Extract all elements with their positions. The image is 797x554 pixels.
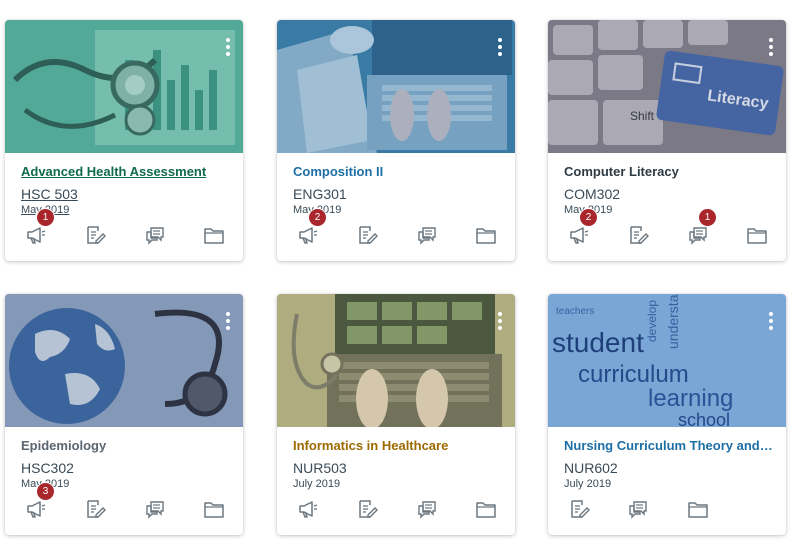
course-title[interactable]: Epidemiology (21, 438, 231, 454)
course-term: July 2019 (293, 478, 341, 490)
course-card-actions: 2 (277, 209, 515, 250)
unread-badge: 2 (580, 209, 597, 226)
unread-badge: 2 (309, 209, 326, 226)
megaphone-icon (299, 227, 318, 244)
word-cloud-text: student (552, 327, 644, 358)
course-card-image[interactable]: student curriculum learning school under… (548, 294, 786, 427)
files-link[interactable] (203, 224, 227, 248)
course-card-nursing-curriculum-theory[interactable]: student curriculum learning school under… (548, 294, 786, 535)
course-title[interactable]: Composition II (293, 164, 503, 180)
discussion-icon (146, 227, 164, 245)
discussion-icon (629, 501, 647, 519)
discussion-icon (146, 501, 164, 519)
folder-icon (476, 502, 496, 518)
course-code: COM302 (564, 186, 621, 202)
course-card-informatics-in-healthcare[interactable]: Informatics in Healthcare NUR503 July 20… (277, 294, 515, 535)
discussions-link[interactable] (144, 224, 168, 248)
kebab-menu-icon[interactable] (497, 38, 503, 60)
announcements-link[interactable]: 3 (25, 483, 54, 522)
course-card-image[interactable]: Literacy Shift (548, 20, 786, 153)
word-cloud-text: understand (665, 294, 681, 349)
kebab-menu-icon[interactable] (225, 312, 231, 334)
kebab-menu-icon[interactable] (497, 312, 503, 334)
files-link[interactable] (475, 498, 499, 522)
megaphone-icon (299, 501, 318, 518)
discussion-icon (689, 227, 707, 245)
course-card-computer-literacy[interactable]: Literacy Shift Computer Literacy COM302 … (548, 20, 786, 261)
files-link[interactable] (475, 224, 499, 248)
assignment-edit-icon (359, 500, 378, 518)
course-card-actions: 3 (5, 483, 243, 524)
assignments-link[interactable] (568, 498, 592, 522)
announcements-link[interactable]: 2 (297, 209, 326, 248)
announcements-link[interactable]: 2 (568, 209, 597, 248)
folder-icon (747, 228, 767, 244)
course-card-image[interactable] (277, 20, 515, 153)
course-card-image[interactable] (5, 294, 243, 427)
discussions-link[interactable] (627, 498, 651, 522)
course-title[interactable]: Informatics in Healthcare (293, 438, 503, 454)
assignment-edit-icon (571, 500, 590, 518)
course-code: NUR602 (564, 460, 618, 476)
unread-badge: 3 (37, 483, 54, 500)
word-cloud-text: curriculum (578, 361, 689, 388)
course-card-composition-ii[interactable]: Composition II ENG301 May 2019 2 (277, 20, 515, 261)
course-card-image[interactable] (277, 294, 515, 427)
announcements-link[interactable]: 1 (25, 209, 54, 248)
assignments-link[interactable] (627, 224, 651, 248)
discussion-icon (418, 227, 436, 245)
course-card-actions: 1 (5, 209, 243, 250)
course-card-actions (548, 494, 786, 524)
course-card-epidemiology[interactable]: Epidemiology HSC302 May 2019 3 (5, 294, 243, 535)
assignments-link[interactable] (356, 498, 380, 522)
course-card-actions: 2 1 (548, 209, 786, 250)
announcements-link[interactable] (297, 498, 321, 522)
files-link[interactable] (203, 498, 227, 522)
course-code: NUR503 (293, 460, 347, 476)
folder-icon (688, 502, 708, 518)
discussions-link[interactable] (144, 498, 168, 522)
assignment-edit-icon (87, 226, 106, 244)
word-cloud-text: teachers (556, 306, 594, 317)
discussions-link[interactable] (416, 224, 440, 248)
assignment-edit-icon (87, 500, 106, 518)
course-title[interactable]: Computer Literacy (564, 164, 774, 180)
discussions-link[interactable]: 1 (687, 209, 716, 248)
unread-badge: 1 (37, 209, 54, 226)
course-title[interactable]: Nursing Curriculum Theory and D... (564, 438, 774, 454)
assignments-link[interactable] (356, 224, 380, 248)
megaphone-icon (27, 501, 46, 518)
kebab-menu-icon[interactable] (768, 312, 774, 334)
discussions-link[interactable] (416, 498, 440, 522)
word-cloud-text: develop (645, 300, 659, 342)
files-link[interactable] (687, 498, 711, 522)
course-code: HSC302 (21, 460, 74, 476)
kebab-menu-icon[interactable] (225, 38, 231, 60)
discussion-icon (418, 501, 436, 519)
assignment-edit-icon (630, 226, 649, 244)
unread-badge: 1 (699, 209, 716, 226)
assignment-edit-icon (359, 226, 378, 244)
kebab-menu-icon[interactable] (768, 38, 774, 60)
course-code: ENG301 (293, 186, 347, 202)
word-cloud-text: school (678, 410, 730, 427)
files-link[interactable] (746, 224, 770, 248)
megaphone-icon (27, 227, 46, 244)
course-title[interactable]: Advanced Health Assessment (21, 164, 231, 180)
folder-icon (476, 228, 496, 244)
assignments-link[interactable] (84, 498, 108, 522)
megaphone-icon (570, 227, 589, 244)
folder-icon (204, 228, 224, 244)
folder-icon (204, 502, 224, 518)
word-cloud-text: learning (648, 385, 733, 412)
course-card-advanced-health-assessment[interactable]: Advanced Health Assessment HSC 503 May 2… (5, 20, 243, 261)
course-code: HSC 503 (21, 186, 78, 202)
assignments-link[interactable] (84, 224, 108, 248)
course-term: July 2019 (564, 478, 612, 490)
course-card-image[interactable] (5, 20, 243, 153)
course-card-actions (277, 494, 515, 524)
